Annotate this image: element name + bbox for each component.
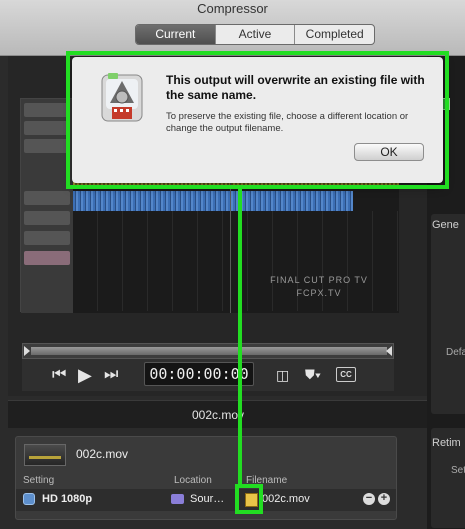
job-name: 002c.mov (76, 447, 129, 461)
scrubber[interactable] (22, 343, 394, 359)
remove-output-button[interactable]: − (363, 493, 375, 505)
output-setting[interactable]: HD 1080p (42, 493, 92, 505)
inspector-general-box (431, 214, 465, 414)
track-row (24, 251, 70, 265)
add-output-button[interactable]: + (378, 493, 390, 505)
watermark-line-1: FINAL CUT PRO TV (270, 275, 368, 285)
batch-job[interactable]: 002c.mov Setting Location Filename HD 10… (15, 436, 397, 520)
folder-icon (171, 494, 184, 504)
setting-icon (23, 493, 35, 505)
source-filename: 002c.mov (8, 400, 428, 428)
output-location[interactable]: Sour… (190, 493, 224, 505)
inspector-default-label: Defa (446, 347, 465, 358)
inspector-retime-label: Retim (432, 437, 461, 449)
title-bar: Compressor Current Active Completed (0, 0, 465, 56)
marker-menu-icon[interactable]: ⛊▾ (305, 365, 321, 385)
watermark-line-2: FCPX.TV (296, 288, 342, 298)
track-row (24, 139, 70, 153)
skip-forward-icon[interactable]: ⏭ (104, 365, 118, 385)
out-point-handle[interactable] (386, 346, 392, 356)
highlight-box-alert (66, 51, 449, 189)
track-row (24, 211, 70, 225)
play-icon[interactable]: ▶ (78, 365, 92, 385)
output-filename[interactable]: 002c.mov (262, 493, 310, 505)
tab-current[interactable]: Current (136, 25, 215, 44)
transport-controls: ⏮ ▶ ⏭ 00:00:00:00 ◫ ⛊▾ CC (22, 359, 394, 391)
track-row (24, 121, 70, 135)
app-title: Compressor (197, 1, 268, 16)
tab-completed[interactable]: Completed (294, 25, 374, 44)
highlight-connector-line (238, 189, 242, 484)
scrubber-track[interactable] (31, 347, 387, 355)
track-row (24, 191, 70, 205)
skip-back-icon[interactable]: ⏮ (52, 365, 66, 385)
view-tabs: Current Active Completed (135, 24, 375, 45)
column-header-setting: Setting (23, 475, 55, 486)
job-thumbnail (24, 444, 66, 466)
split-view-icon[interactable]: ◫ (276, 365, 289, 385)
inspector-set-label: Set (451, 465, 465, 476)
closed-captions-button[interactable]: CC (336, 367, 356, 382)
inspector-general-label: Gene (432, 219, 459, 231)
output-row[interactable]: HD 1080p Sour… 002c.mov − + (16, 489, 396, 511)
in-point-handle[interactable] (24, 346, 30, 356)
tab-active[interactable]: Active (214, 25, 295, 44)
audio-waveform (73, 191, 353, 211)
track-row (24, 103, 70, 117)
highlight-box-file-icon (235, 484, 263, 514)
track-row (24, 231, 70, 245)
column-header-location: Location (174, 475, 212, 486)
